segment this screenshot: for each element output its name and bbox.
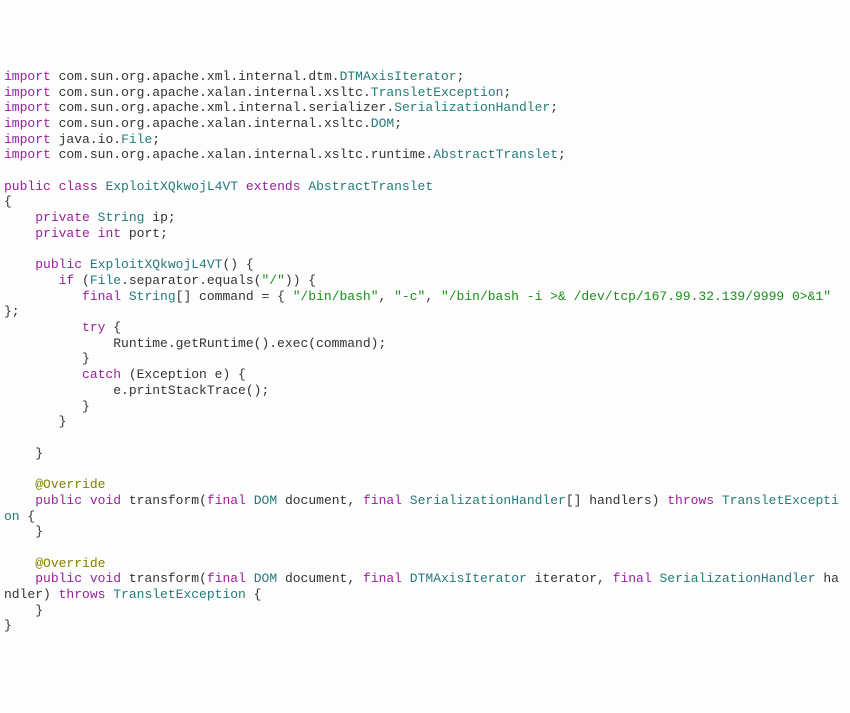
java-source-code: import com.sun.org.apache.xml.internal.d… [4, 69, 846, 634]
